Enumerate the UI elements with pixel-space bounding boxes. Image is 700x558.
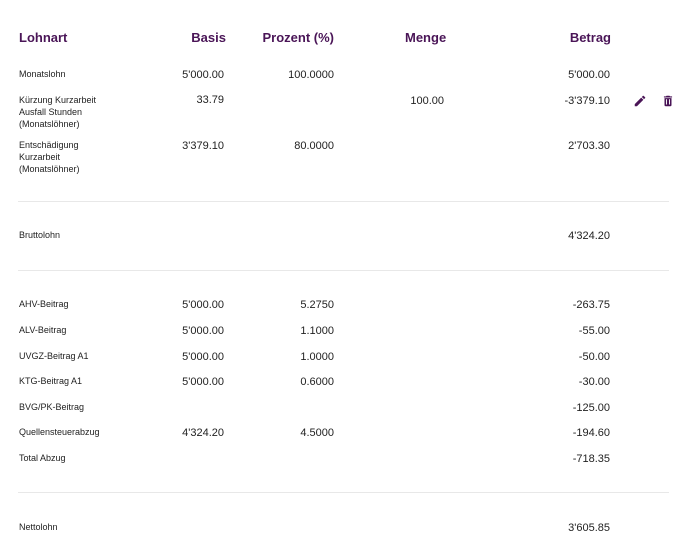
row-menge: 100.00 <box>410 95 444 107</box>
row-betrag: -30.00 <box>578 376 610 388</box>
pencil-icon[interactable] <box>633 94 647 108</box>
row-label-line1: Kürzung Kurzarbeit <box>19 95 97 105</box>
row-label: ALV-Beitrag <box>19 325 67 335</box>
row-betrag: -718.35 <box>572 453 610 465</box>
row-prozent: 5.2750 <box>300 299 334 311</box>
row-prozent: 1.0000 <box>300 351 334 363</box>
row-label: UVGZ-Beitrag A1 <box>19 351 89 361</box>
row-label: Monatslohn <box>19 69 66 79</box>
row-basis: 4'324.20 <box>182 427 224 439</box>
row-betrag: -50.00 <box>578 351 610 363</box>
row-prozent: 4.5000 <box>300 427 334 439</box>
row-prozent: 100.0000 <box>288 69 334 81</box>
row-prozent: 80.0000 <box>294 140 334 152</box>
row-label-line2: Ausfall Stunden <box>19 107 83 117</box>
section-divider <box>18 270 669 271</box>
row-betrag: -55.00 <box>578 325 610 337</box>
row-label: Bruttolohn <box>19 230 61 240</box>
row-label: KTG-Beitrag A1 <box>19 376 83 386</box>
row-betrag: -194.60 <box>572 427 610 439</box>
row-betrag: 2'703.30 <box>568 140 610 152</box>
row-basis: 5'000.00 <box>182 69 224 81</box>
section-divider <box>18 201 669 202</box>
header-menge: Menge <box>405 30 447 45</box>
row-basis: 33.79 <box>196 94 224 106</box>
header-lohnart: Lohnart <box>19 30 68 45</box>
row-label: Total Abzug <box>19 453 66 463</box>
row-basis: 5'000.00 <box>182 299 224 311</box>
row-betrag: -125.00 <box>572 402 610 414</box>
row-label: Nettolohn <box>19 522 58 532</box>
row-label: AHV-Beitrag <box>19 299 69 309</box>
row-betrag: 3'605.85 <box>568 522 610 534</box>
row-label-line3: (Monatslöhner) <box>19 119 80 129</box>
row-label: Quellensteuerabzug <box>19 427 100 437</box>
row-prozent: 1.1000 <box>300 325 334 337</box>
row-betrag: -3'379.10 <box>564 95 610 107</box>
header-prozent: Prozent (%) <box>262 30 335 45</box>
row-basis: 5'000.00 <box>182 351 224 363</box>
payroll-table: Lohnart Basis Prozent (%) Menge Betrag M… <box>0 0 700 558</box>
row-prozent: 0.6000 <box>300 376 334 388</box>
row-betrag: 4'324.20 <box>568 230 610 242</box>
row-label-line2: Kurzarbeit <box>19 152 61 162</box>
section-divider <box>18 492 669 493</box>
row-label-line3: (Monatslöhner) <box>19 164 80 174</box>
row-basis: 5'000.00 <box>182 376 224 388</box>
header-basis: Basis <box>191 30 226 45</box>
row-basis: 3'379.10 <box>182 140 224 152</box>
row-basis: 5'000.00 <box>182 325 224 337</box>
row-label: BVG/PK-Beitrag <box>19 402 85 412</box>
header-betrag: Betrag <box>569 30 611 45</box>
trash-icon[interactable] <box>661 94 675 108</box>
row-betrag: 5'000.00 <box>568 69 610 81</box>
row-betrag: -263.75 <box>572 299 610 311</box>
row-label-line1: Entschädigung <box>19 140 79 150</box>
